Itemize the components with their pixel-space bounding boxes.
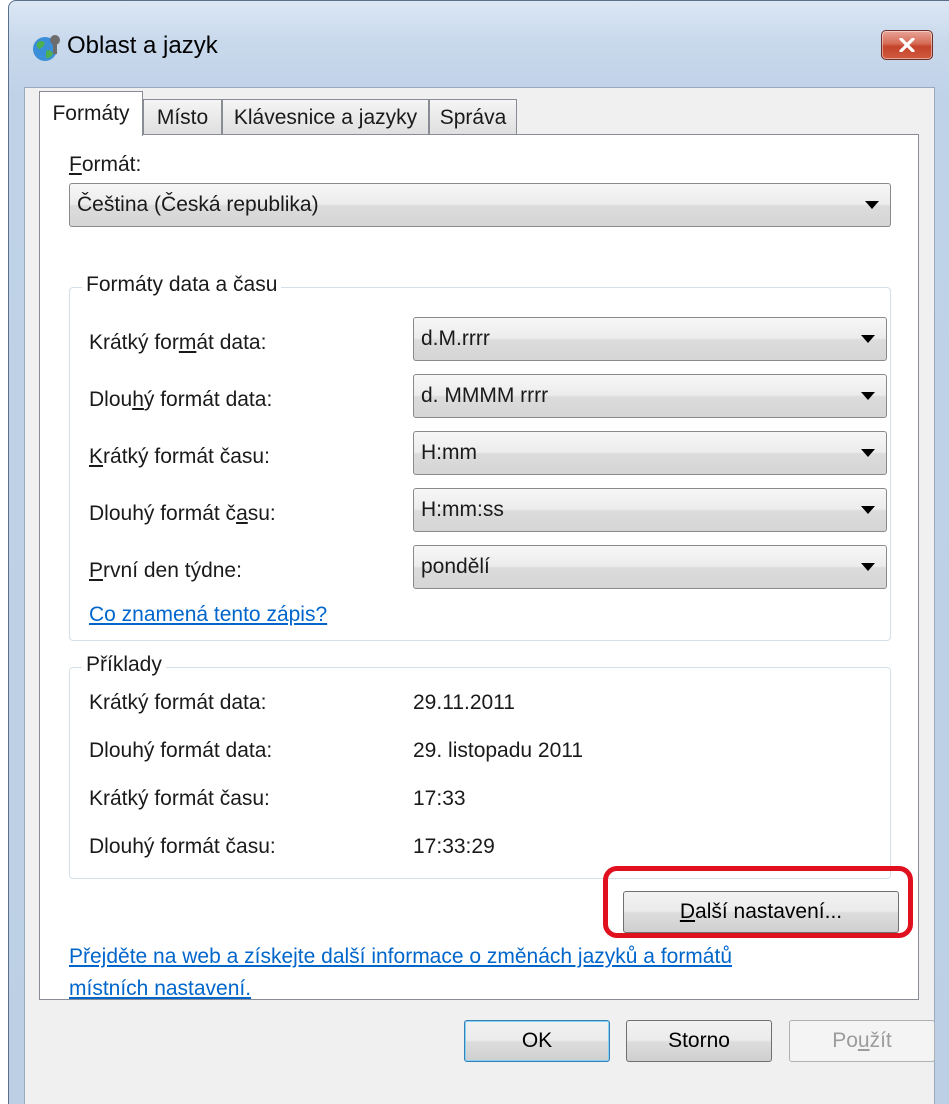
chevron-down-icon: [861, 449, 875, 457]
long-date-label: Dlouhý formát data:: [89, 388, 273, 411]
chevron-down-icon: [861, 563, 875, 571]
short-time-value: H:mm: [421, 441, 477, 464]
close-button[interactable]: [881, 30, 933, 60]
web-info-link-line1[interactable]: Přejděte na web a získejte další informa…: [69, 945, 732, 969]
chevron-down-icon: [861, 335, 875, 343]
tab-administrative[interactable]: Správa: [429, 99, 517, 135]
additional-settings-label: Další nastavení...: [679, 900, 843, 923]
long-time-select[interactable]: H:mm:ss: [413, 488, 887, 532]
long-date-value: d. MMMM rrrr: [421, 384, 549, 407]
close-icon: [899, 38, 915, 52]
tab-label: Správa: [439, 105, 507, 129]
first-day-label: První den týdne:: [89, 559, 242, 582]
example-long-date-value: 29. listopadu 2011: [413, 739, 584, 762]
tab-location[interactable]: Místo: [143, 99, 222, 135]
tab-label: Formáty: [52, 102, 130, 125]
chevron-down-icon: [861, 506, 875, 514]
tab-label: Místo: [156, 105, 209, 129]
example-long-time-label: Dlouhý formát času:: [89, 835, 276, 858]
chevron-down-icon: [865, 201, 879, 209]
chevron-down-icon: [861, 392, 875, 400]
example-short-time-value: 17:33: [413, 787, 466, 810]
tab-keyboards-languages[interactable]: Klávesnice a jazyky: [222, 99, 429, 135]
ok-label: OK: [521, 1029, 553, 1052]
apply-button: Použít: [789, 1020, 935, 1062]
additional-settings-button[interactable]: Další nastavení...: [623, 891, 899, 933]
long-date-select[interactable]: d. MMMM rrrr: [413, 374, 887, 418]
tab-panel-formats: Formát: Čeština (Česká republika) Formát…: [39, 134, 919, 1000]
dialog-client-area: Formáty Místo Klávesnice a jazyky Správa…: [24, 87, 935, 1104]
tab-label: Klávesnice a jazyky: [233, 105, 418, 129]
long-time-value: H:mm:ss: [421, 498, 504, 521]
globe-icon: [33, 35, 60, 61]
date-time-formats-title: Formáty data a času: [82, 273, 282, 297]
example-short-time-label: Krátký formát času:: [89, 787, 270, 810]
short-date-label: Krátký formát data:: [89, 331, 267, 354]
cancel-label: Storno: [668, 1029, 730, 1052]
examples-title: Příklady: [82, 653, 166, 677]
apply-label: Použít: [832, 1029, 892, 1052]
ok-button[interactable]: OK: [464, 1020, 610, 1062]
format-select[interactable]: Čeština (Česká republika): [69, 183, 891, 227]
window-title: Oblast a jazyk: [67, 32, 218, 59]
first-day-value: pondělí: [421, 555, 490, 578]
tab-formats[interactable]: Formáty: [39, 91, 143, 136]
short-date-select[interactable]: d.M.rrrr: [413, 317, 887, 361]
long-time-label: Dlouhý formát času:: [89, 502, 276, 525]
title-bar[interactable]: Oblast a jazyk: [9, 1, 949, 97]
example-short-date-label: Krátký formát data:: [89, 691, 267, 714]
short-time-select[interactable]: H:mm: [413, 431, 887, 475]
web-info-link-line2[interactable]: místních nastavení.: [69, 977, 251, 1001]
notation-help-link[interactable]: Co znamená tento zápis?: [89, 603, 327, 627]
first-day-select[interactable]: pondělí: [413, 545, 887, 589]
short-date-value: d.M.rrrr: [421, 327, 490, 350]
dialog-window: Oblast a jazyk Formáty Místo Klávesnice …: [8, 0, 949, 1104]
format-label: Formát:: [69, 153, 142, 176]
cancel-button[interactable]: Storno: [626, 1020, 772, 1062]
example-short-date-value: 29.11.2011: [413, 691, 515, 714]
format-select-value: Čeština (Česká republika): [77, 193, 319, 216]
example-long-time-value: 17:33:29: [413, 835, 495, 858]
short-time-label: Krátký formát času:: [89, 445, 270, 468]
example-long-date-label: Dlouhý formát data:: [89, 739, 273, 762]
